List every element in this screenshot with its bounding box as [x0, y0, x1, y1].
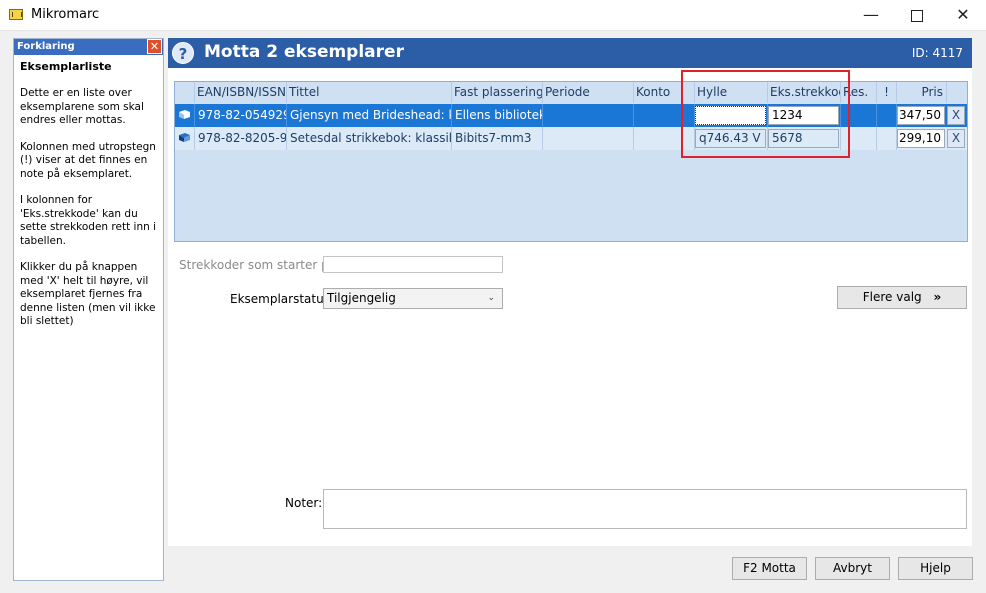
column-location[interactable]: Fast plassering	[452, 82, 543, 103]
remove-row-button[interactable]: X	[947, 106, 965, 125]
cancel-button[interactable]: Avbryt	[815, 557, 890, 580]
help-button[interactable]: Hjelp	[898, 557, 973, 580]
period-cell	[543, 127, 634, 150]
barcode-prefix-label: Strekkoder som starter på:	[179, 258, 341, 272]
location-cell: Ellens bibliotek	[452, 104, 543, 127]
help-panel: Forklaring ✕ Eksemplarliste Dette er en …	[13, 38, 164, 581]
book-icon	[179, 110, 190, 119]
column-price[interactable]: Pris	[897, 82, 947, 103]
help-title: Eksemplarliste	[20, 60, 112, 73]
title-bar: Mikromarc — ✕	[0, 0, 986, 31]
price-cell: 347,50	[897, 104, 947, 127]
price-cell: 299,10	[897, 127, 947, 150]
help-paragraph: I kolonnen for 'Eks.strekkode' kan du se…	[20, 194, 157, 247]
help-paragraph: Kolonnen med utropstegn (!) viser at det…	[20, 140, 156, 180]
column-ean[interactable]: EAN/ISBN/ISSN	[195, 82, 287, 103]
help-paragraph: Klikker du på knappen med 'X' helt til h…	[20, 261, 156, 327]
column-title[interactable]: Tittel	[287, 82, 452, 103]
help-question-icon[interactable]: ?	[172, 42, 194, 64]
title-cell: Gjensyn med Brideshead: kapt	[287, 104, 452, 127]
column-note[interactable]: !	[877, 82, 897, 103]
location-cell: Bibits7-mm3	[452, 127, 543, 150]
notes-label: Noter:	[285, 496, 323, 510]
chevron-down-icon: ⌄	[487, 293, 495, 303]
help-panel-header: Forklaring ✕	[14, 39, 163, 55]
more-options-label: Flere valg	[862, 290, 922, 304]
help-panel-header-label: Forklaring	[17, 41, 75, 52]
double-chevron-down-icon: »	[933, 290, 942, 304]
note-cell	[877, 104, 897, 127]
column-period[interactable]: Periode	[543, 82, 634, 103]
copy-status-label: Eksemplarstatus:	[230, 292, 335, 306]
window-title: Mikromarc	[31, 7, 100, 22]
price-input[interactable]: 347,50	[897, 106, 945, 125]
highlight-box	[681, 70, 850, 158]
column-remove	[947, 82, 967, 103]
page-header: ? Motta 2 eksemplarer ID: 4117	[168, 38, 972, 68]
page-title: Motta 2 eksemplarer	[204, 42, 404, 62]
app-icon	[9, 9, 23, 20]
note-cell	[877, 127, 897, 150]
receive-button[interactable]: F2 Motta	[732, 557, 807, 580]
more-options-button[interactable]: Flere valg »	[837, 286, 967, 309]
ean-cell: 978-82-8205-92	[195, 127, 287, 150]
header-icon-column	[175, 82, 195, 103]
title-cell: Setesdal strikkebok: klassikere	[287, 127, 452, 150]
row-icon-cell	[175, 127, 195, 150]
close-window-button[interactable]: ✕	[940, 0, 986, 30]
copy-status-value: Tilgjengelig	[327, 291, 396, 305]
book-icon	[179, 133, 190, 142]
help-close-icon[interactable]: ✕	[147, 39, 162, 54]
barcode-prefix-input[interactable]	[323, 256, 503, 273]
price-input[interactable]: 299,10	[897, 129, 945, 148]
notes-field[interactable]	[323, 489, 967, 529]
remove-row-button[interactable]: X	[947, 129, 965, 148]
help-body: Dette er en liste over eksemplarene som …	[14, 73, 163, 329]
copy-status-select[interactable]: Tilgjengelig ⌄	[323, 288, 503, 309]
record-id: ID: 4117	[911, 46, 963, 60]
ean-cell: 978-82-0549297	[195, 104, 287, 127]
help-paragraph: Dette er en liste over eksemplarene som …	[20, 87, 144, 126]
minimize-button[interactable]: —	[848, 0, 894, 30]
maximize-button[interactable]	[894, 0, 940, 30]
period-cell	[543, 104, 634, 127]
row-icon-cell	[175, 104, 195, 127]
